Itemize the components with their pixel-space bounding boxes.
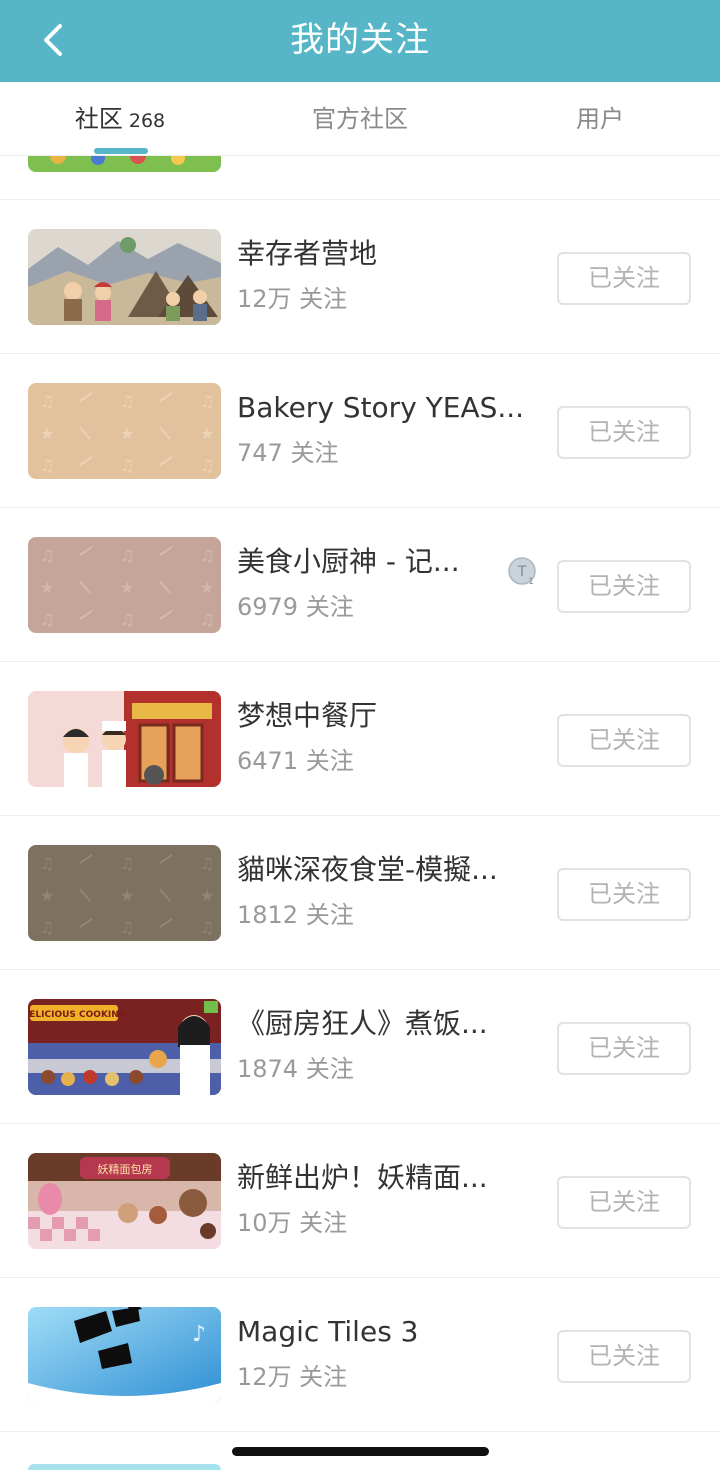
community-thumbnail: ♫ ♫ ♫ ★ ★ ★ ♫ ♫ ♫ [28,383,221,479]
active-tab-indicator [94,148,148,154]
svg-text:♫: ♫ [120,854,134,873]
svg-text:★: ★ [200,886,214,905]
list-item[interactable]: 幸存者营地 12万 关注 已关注 [0,200,720,354]
svg-text:♫: ♫ [40,854,54,873]
tab-users[interactable]: 用户 [480,82,720,156]
svg-text:★: ★ [40,578,54,597]
community-name: 美食小厨神 - 记... [237,545,460,578]
followed-button[interactable]: 已关注 [557,1330,691,1383]
svg-text:♫: ♫ [200,546,214,565]
community-thumbnail [28,229,221,325]
svg-text:♫: ♫ [120,546,134,565]
home-indicator[interactable] [232,1447,489,1456]
svg-text:★: ★ [120,424,134,443]
community-name: 新鲜出炉！妖精面... [237,1161,488,1194]
follower-count: 1812 关注 [237,901,354,929]
followed-button[interactable]: 已关注 [557,714,691,767]
list-item[interactable]: ♫ ♫ ♫ ★ ★ ★ ♫ ♫ ♫ Bakery Story YEAS... 7… [0,354,720,508]
svg-text:★: ★ [120,886,134,905]
svg-text:★: ★ [200,578,214,597]
svg-text:1: 1 [528,577,534,587]
follower-count: 10万 关注 [237,1209,348,1237]
follower-count: 6471 关注 [237,747,354,775]
svg-text:♫: ♫ [40,610,54,629]
community-thumbnail: ♫ ♫ ♫ ★ ★ ★ ♫ ♫ ♫ [28,537,221,633]
list-item[interactable]: DELICIOUS COOKING 《厨房狂人》煮饭... 1874 关注 已关… [0,970,720,1124]
svg-text:T: T [517,564,527,580]
community-name: 幸存者营地 [237,237,378,270]
svg-text:★: ★ [120,578,134,597]
svg-text:♫: ♫ [200,392,214,411]
game-logo-text: DELICIOUS COOKING [28,1010,126,1020]
svg-text:♫: ♫ [200,456,214,475]
list-item[interactable]: 妖精面包房 新鲜出炉！妖精面... 10万 关注 已关注 [0,1124,720,1278]
list-item[interactable]: ♪ Magic Tiles 3 12万 关注 已关注 [0,1278,720,1432]
page-title: 我的关注 [290,20,430,60]
t1-badge-icon: T 1 [508,557,536,587]
community-list[interactable]: 幸存者营地 12万 关注 已关注 ♫ ♫ ♫ ★ ★ ★ ♫ ♫ ♫ Baker… [0,156,720,1470]
followed-button[interactable]: 已关注 [557,868,691,921]
community-name: 梦想中餐厅 [237,699,378,732]
svg-text:♫: ♫ [120,610,134,629]
community-thumbnail [28,691,221,787]
list-item[interactable]: 梦想中餐厅 6471 关注 已关注 [0,662,720,816]
svg-text:★: ★ [200,424,214,443]
followed-button[interactable]: 已关注 [557,1022,691,1075]
top-nav-bar: 我的关注 [0,0,720,82]
list-item[interactable]: ♫ ♫ ♫ ★ ★ ★ ♫ ♫ ♫ 美食小厨神 - 记... T 1 6979 … [0,508,720,662]
svg-text:♫: ♫ [40,456,54,475]
community-thumbnail: DELICIOUS COOKING [28,999,221,1095]
svg-text:♫: ♫ [200,854,214,873]
tab-official-community[interactable]: 官方社区 [240,82,480,156]
follower-count: 12万 关注 [237,285,348,313]
followed-button[interactable]: 已关注 [557,560,691,613]
svg-text:♫: ♫ [120,918,134,937]
svg-text:♫: ♫ [40,918,54,937]
tab-bar: 社区 268 官方社区 用户 [0,82,720,156]
community-name: Bakery Story YEAS... [237,391,525,424]
svg-text:★: ★ [40,886,54,905]
followed-button[interactable]: 已关注 [557,406,691,459]
tab-label: 用户 [576,105,624,133]
follower-count: 6979 关注 [237,593,354,621]
community-thumbnail [28,156,221,172]
followed-button[interactable]: 已关注 [557,252,691,305]
svg-text:♫: ♫ [200,918,214,937]
svg-text:♫: ♫ [120,392,134,411]
tab-community[interactable]: 社区 268 [0,82,240,156]
tab-label: 官方社区 [312,105,408,133]
community-name: 貓咪深夜食堂-模擬... [237,853,498,886]
tab-label: 社区 [74,105,123,133]
svg-text:♫: ♫ [40,392,54,411]
follower-count: 747 关注 [237,439,339,467]
svg-text:♫: ♫ [40,546,54,565]
svg-text:♫: ♫ [120,456,134,475]
follower-count: 12万 关注 [237,1363,348,1391]
community-thumbnail: ♫ ♫ ♫ ★ ★ ★ ♫ ♫ ♫ [28,845,221,941]
list-item-partial[interactable] [0,156,720,200]
community-thumbnail: 妖精面包房 [28,1153,221,1249]
next-thumbnail-peek [28,1464,221,1470]
followed-button[interactable]: 已关注 [557,1176,691,1229]
list-item[interactable]: ♫ ♫ ♫ ★ ★ ★ ♫ ♫ ♫ 貓咪深夜食堂-模擬... 1812 关注 已… [0,816,720,970]
svg-text:♫: ♫ [200,610,214,629]
follower-count: 1874 关注 [237,1055,354,1083]
svg-text:♪: ♪ [192,1322,206,1347]
community-thumbnail: ♪ [28,1307,221,1403]
svg-text:★: ★ [40,424,54,443]
tab-count: 268 [128,110,166,132]
community-name: 《厨房狂人》煮饭... [237,1007,488,1040]
community-name: Magic Tiles 3 [237,1315,419,1348]
game-logo-text: 妖精面包房 [98,1162,153,1176]
